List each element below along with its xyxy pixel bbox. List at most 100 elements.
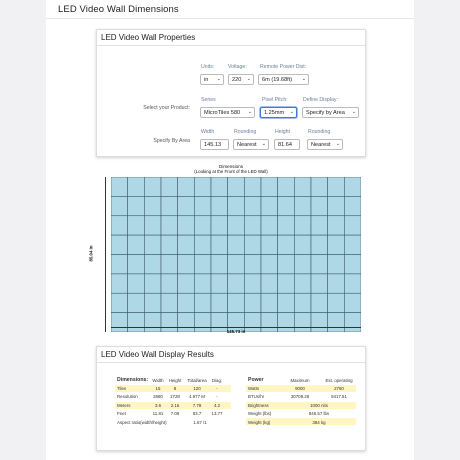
led-tile bbox=[210, 292, 228, 313]
led-tile bbox=[210, 254, 228, 275]
led-tile bbox=[227, 215, 245, 236]
led-tile bbox=[127, 254, 145, 275]
led-tile bbox=[310, 215, 328, 236]
led-tile bbox=[244, 254, 262, 275]
led-tile bbox=[160, 215, 178, 236]
voltage-value: 220 bbox=[232, 76, 242, 83]
pixel-pitch-select[interactable]: 1.25mm ⌄ bbox=[260, 107, 297, 118]
led-tile bbox=[260, 215, 278, 236]
led-tile bbox=[227, 292, 245, 313]
table-cell: 2880 bbox=[153, 394, 163, 400]
led-tile bbox=[111, 234, 128, 255]
led-tile bbox=[194, 273, 212, 294]
rounding-height-select[interactable]: Nearest ⌄ bbox=[307, 139, 343, 150]
led-tile bbox=[144, 292, 162, 313]
table-cell: 2.16 bbox=[170, 402, 180, 408]
dimensions-diagram: Dimensions (Looking at the Front of the … bbox=[89, 163, 365, 337]
led-tile bbox=[210, 215, 228, 236]
series-select[interactable]: MicroTiles 580 ⌄ bbox=[200, 107, 255, 118]
table-cell: 4.2 bbox=[213, 402, 221, 408]
width-input[interactable]: 145.13 bbox=[200, 139, 229, 150]
remote-power-select[interactable]: 6m (19.68ft) ⌄ bbox=[258, 74, 309, 85]
led-tile bbox=[327, 292, 345, 313]
led-tile bbox=[344, 234, 361, 255]
led-tile bbox=[327, 215, 345, 236]
led-tile bbox=[111, 254, 128, 275]
height-label: 85.04 in bbox=[88, 245, 94, 262]
led-tile-grid bbox=[111, 177, 361, 332]
led-tile bbox=[244, 177, 262, 197]
led-tile bbox=[344, 254, 361, 275]
led-tile bbox=[310, 177, 328, 197]
led-tile bbox=[177, 273, 195, 294]
row-label: Weight (kg) bbox=[248, 419, 271, 425]
led-tile bbox=[244, 234, 262, 255]
table-cell: 7.78 bbox=[192, 402, 202, 408]
chevron-down-icon: ⌄ bbox=[216, 76, 221, 82]
led-tile bbox=[177, 234, 195, 255]
led-tile bbox=[294, 196, 312, 217]
led-tile bbox=[344, 273, 361, 294]
table-cell: 9417.51 bbox=[331, 394, 347, 400]
voltage-label: Voltage: bbox=[228, 64, 247, 70]
row-label: BTUs/hr bbox=[248, 394, 265, 400]
table-cell: 15 bbox=[155, 386, 161, 391]
led-tile bbox=[310, 292, 328, 313]
led-tile bbox=[127, 215, 145, 236]
led-tile bbox=[260, 292, 278, 313]
led-tile bbox=[177, 177, 195, 197]
rounding-width-label: Rounding bbox=[234, 129, 257, 135]
led-tile bbox=[277, 196, 295, 217]
led-tile bbox=[111, 273, 128, 294]
units-select[interactable]: in ⌄ bbox=[200, 74, 224, 85]
rounding-width-select[interactable]: Nearest ⌄ bbox=[233, 139, 269, 150]
led-tile bbox=[194, 254, 212, 275]
table-cell: 83.7 bbox=[192, 411, 202, 417]
led-tile bbox=[294, 234, 312, 255]
table-cell: 1000 nits bbox=[310, 402, 328, 408]
led-tile bbox=[177, 196, 195, 217]
led-tile bbox=[327, 196, 345, 217]
led-tile bbox=[127, 292, 145, 313]
height-input[interactable]: 81.64 bbox=[274, 139, 300, 150]
led-tile bbox=[260, 177, 278, 197]
row-label: Feet bbox=[117, 411, 126, 417]
specify-by-area-label: Specify By Area bbox=[153, 138, 190, 144]
led-tile bbox=[144, 196, 162, 217]
title-divider bbox=[46, 18, 414, 19]
led-tile bbox=[194, 215, 212, 236]
led-tile bbox=[111, 196, 128, 217]
led-tile bbox=[277, 177, 295, 197]
width-value: 145.13 bbox=[204, 141, 222, 148]
led-tile bbox=[160, 177, 178, 197]
select-product-label: Select your Product: bbox=[143, 105, 190, 111]
led-tile bbox=[327, 254, 345, 275]
led-tile bbox=[244, 196, 262, 217]
table-cell: 1728 bbox=[170, 394, 180, 400]
led-tile bbox=[344, 292, 361, 313]
chevron-down-icon: ⌄ bbox=[247, 109, 252, 115]
define-display-label: Define Display: bbox=[303, 97, 338, 103]
dimensions-heading: Dimensions: bbox=[117, 377, 149, 383]
led-tile bbox=[160, 234, 178, 255]
row-label: Resolution bbox=[117, 394, 138, 400]
led-tile bbox=[127, 273, 145, 294]
led-tile bbox=[127, 196, 145, 217]
led-tile bbox=[160, 254, 178, 275]
pixel-pitch-value: 1.25mm bbox=[264, 109, 285, 116]
table-cell: - bbox=[216, 394, 218, 400]
define-display-select[interactable]: Specify by Area ⌄ bbox=[302, 107, 359, 118]
voltage-select[interactable]: 220 ⌄ bbox=[228, 74, 254, 85]
led-tile bbox=[144, 234, 162, 255]
led-tile bbox=[210, 273, 228, 294]
led-tile bbox=[277, 273, 295, 294]
card-divider bbox=[97, 45, 365, 46]
table-cell: 3.6 bbox=[154, 402, 162, 408]
led-tile bbox=[210, 196, 228, 217]
led-tile bbox=[210, 234, 228, 255]
led-tile bbox=[260, 234, 278, 255]
led-tile bbox=[194, 234, 212, 255]
chevron-down-icon: ⌄ bbox=[301, 76, 306, 82]
led-tile bbox=[227, 254, 245, 275]
led-tile bbox=[310, 273, 328, 294]
